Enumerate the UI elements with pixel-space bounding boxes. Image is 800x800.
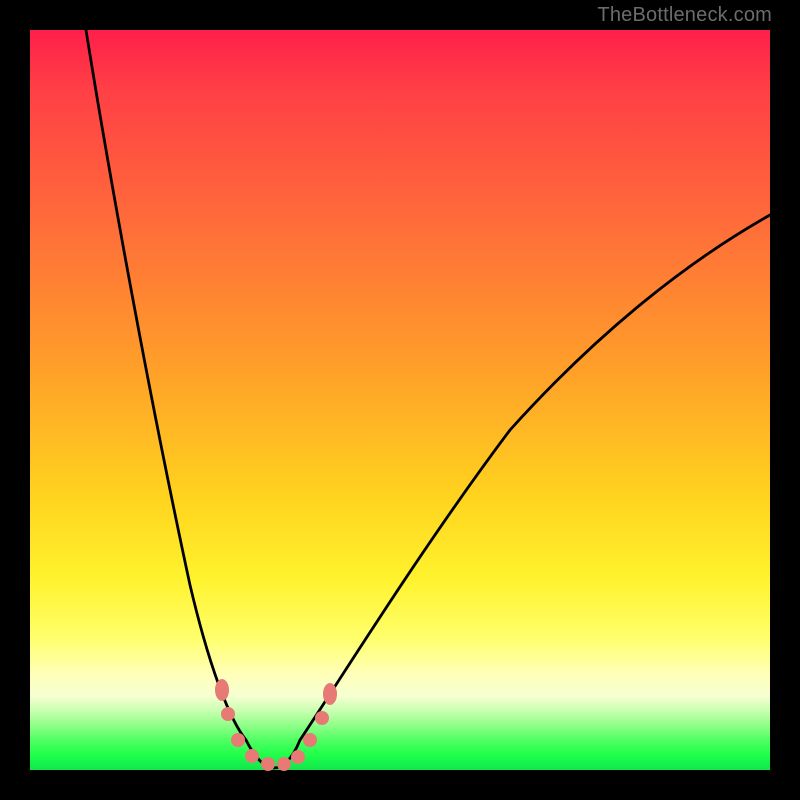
plot-area — [30, 30, 770, 770]
watermark-text: TheBottleneck.com — [597, 4, 772, 27]
marker-dot — [215, 679, 229, 701]
marker-dot — [221, 707, 235, 721]
marker-dot — [277, 757, 291, 771]
marker-dot — [245, 749, 259, 763]
curve-left-branch — [86, 30, 246, 740]
chart-svg — [30, 30, 770, 770]
marker-dot — [323, 683, 337, 705]
marker-dot — [303, 733, 317, 747]
marker-dot — [231, 733, 245, 747]
marker-dot — [261, 757, 275, 771]
curve-right-branch — [300, 215, 770, 740]
marker-dot — [315, 711, 329, 725]
marker-dot — [291, 750, 305, 764]
chart-frame: TheBottleneck.com — [0, 0, 800, 800]
markers-group — [215, 679, 337, 771]
